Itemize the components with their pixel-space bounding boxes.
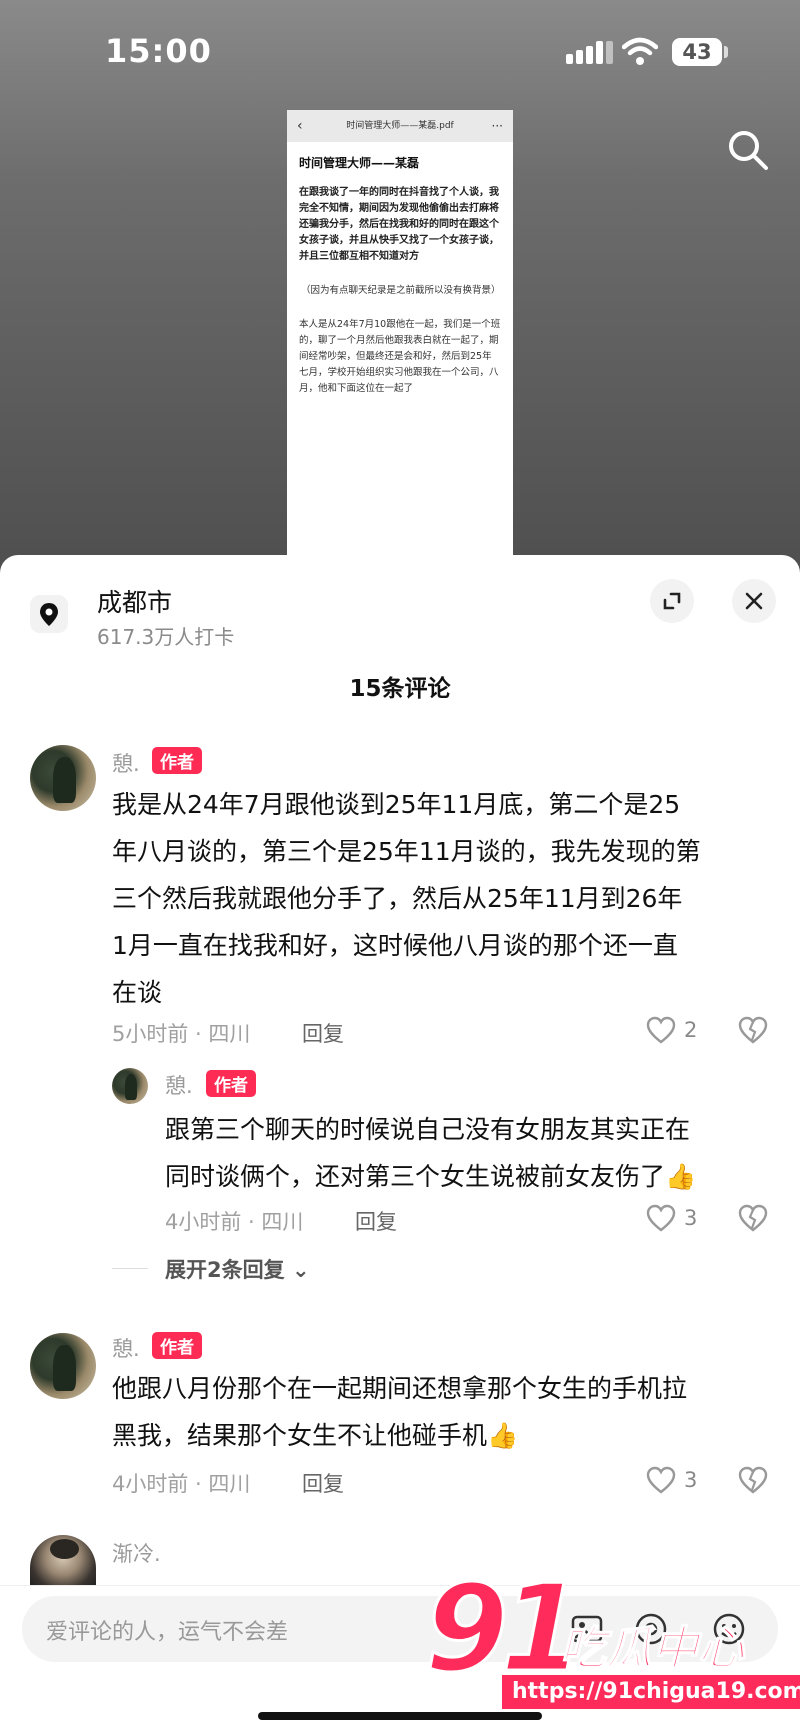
- comment-username[interactable]: 憩.: [112, 748, 140, 778]
- comment-line: 三个然后我就跟他分手了，然后从25年11月到26年: [112, 884, 683, 913]
- cellular-signal-icon: [566, 40, 614, 68]
- like-button[interactable]: 3: [646, 1466, 697, 1494]
- location-name[interactable]: 成都市: [97, 583, 172, 619]
- avatar[interactable]: [30, 1333, 96, 1399]
- reply-username[interactable]: 憩.: [165, 1070, 193, 1100]
- heart-icon: [646, 1016, 676, 1044]
- dislike-button[interactable]: [738, 1466, 768, 1498]
- input-divider: [0, 1585, 800, 1586]
- pdf-title: 时间管理大师——某磊: [299, 156, 420, 170]
- broken-heart-icon: [738, 1466, 768, 1494]
- broken-heart-icon: [738, 1204, 768, 1232]
- chevron-down-icon: ⌄: [291, 1258, 310, 1282]
- comment-line: 在谈: [112, 978, 163, 1007]
- dislike-button[interactable]: [738, 1016, 768, 1048]
- comment-line: 他跟八月份那个在一起期间还想拿那个女生的手机拉: [112, 1374, 688, 1403]
- pdf-header: ‹ 时间管理大师——某磊.pdf ···: [287, 110, 513, 142]
- pdf-paragraph: 本人是从24年7月10跟他在一起，我们是一个班的，聊了一个月然后他跟我表白就在一…: [299, 319, 501, 394]
- avatar[interactable]: [30, 745, 96, 811]
- comment-count: 15条评论: [349, 676, 451, 702]
- like-count: 3: [684, 1206, 698, 1230]
- heart-icon: [646, 1204, 676, 1232]
- home-indicator[interactable]: [258, 1712, 542, 1720]
- back-arrow-icon: ‹: [297, 118, 303, 134]
- comment-text: 我是从24年7月跟他谈到25年11月底，第二个是25 年八月谈的，第三个是25年…: [112, 781, 782, 1016]
- close-icon: [745, 592, 763, 610]
- pdf-header-title: 时间管理大师——某磊.pdf: [346, 121, 454, 131]
- like-button[interactable]: 2: [646, 1016, 697, 1044]
- wifi-icon: [621, 36, 659, 70]
- comment-line: 我是从24年7月跟他谈到25年11月底，第二个是25: [112, 790, 681, 819]
- heart-icon: [646, 1466, 676, 1494]
- reply-button[interactable]: 回复: [302, 1018, 344, 1048]
- like-count: 3: [684, 1468, 698, 1492]
- watermark-name: 吃瓜中心: [559, 1620, 745, 1676]
- dislike-button[interactable]: [738, 1204, 768, 1236]
- comment-text: 他跟八月份那个在一起期间还想拿那个女生的手机拉 黑我，结果那个女生不让他碰手机👍: [112, 1365, 782, 1459]
- author-badge: 作者: [206, 1070, 256, 1097]
- like-count: 2: [684, 1018, 698, 1042]
- like-button[interactable]: 3: [646, 1204, 697, 1232]
- expand-divider: [112, 1268, 148, 1269]
- watermark-url: https://91chigua19.com: [502, 1675, 800, 1709]
- expand-replies-button[interactable]: 展开2条回复 ⌄: [165, 1254, 310, 1284]
- expand-button[interactable]: [650, 579, 694, 623]
- comment-line: 黑我，结果那个女生不让他碰手机👍: [112, 1421, 519, 1450]
- close-button[interactable]: [732, 579, 776, 623]
- comment-username[interactable]: 憩.: [112, 1333, 140, 1363]
- battery-tip: [724, 46, 728, 58]
- reply-text: 跟第三个聊天的时候说自己没有女朋友其实正在 同时谈俩个，还对第三个女生说被前女友…: [165, 1106, 785, 1200]
- comment-username[interactable]: 渐冷.: [112, 1538, 161, 1568]
- expand-replies-label: 展开2条回复: [165, 1258, 285, 1282]
- comment-line: 1月一直在找我和好，这时候他八月谈的那个还一直: [112, 931, 678, 960]
- location-checkin-count: 617.3万人打卡: [97, 625, 235, 649]
- location-pin-icon[interactable]: [30, 595, 68, 637]
- comment-meta: 5小时前 · 四川: [112, 1022, 251, 1046]
- pdf-screenshot: ‹ 时间管理大师——某磊.pdf ··· 时间管理大师——某磊 在跟我谈了一年的…: [287, 110, 513, 590]
- comment-line: 同时谈俩个，还对第三个女生说被前女友伤了👍: [165, 1162, 697, 1191]
- expand-icon: [663, 592, 681, 610]
- pdf-note: （因为有点聊天纪录是之前截所以没有换背景）: [301, 285, 501, 296]
- broken-heart-icon: [738, 1016, 768, 1044]
- search-icon[interactable]: [726, 128, 770, 176]
- status-time: 15:00: [105, 32, 212, 70]
- avatar[interactable]: [112, 1068, 148, 1104]
- pdf-paragraph: 在跟我谈了一年的同时在抖音找了个人谈，我完全不知情，期间因为发现他偷偷出去打麻将…: [299, 187, 499, 262]
- reply-button[interactable]: 回复: [355, 1206, 397, 1236]
- reply-meta: 4小时前 · 四川: [165, 1210, 304, 1234]
- battery-indicator: 43: [672, 38, 722, 66]
- author-badge: 作者: [152, 747, 202, 774]
- author-badge: 作者: [152, 1332, 202, 1359]
- comment-line: 年八月谈的，第三个是25年11月谈的，我先发现的第: [112, 837, 701, 866]
- more-icon: ···: [491, 119, 503, 133]
- comment-input-placeholder: 爱评论的人，运气不会差: [46, 1620, 289, 1645]
- reply-button[interactable]: 回复: [302, 1468, 344, 1498]
- comment-line: 跟第三个聊天的时候说自己没有女朋友其实正在: [165, 1115, 691, 1144]
- comment-meta: 4小时前 · 四川: [112, 1472, 251, 1496]
